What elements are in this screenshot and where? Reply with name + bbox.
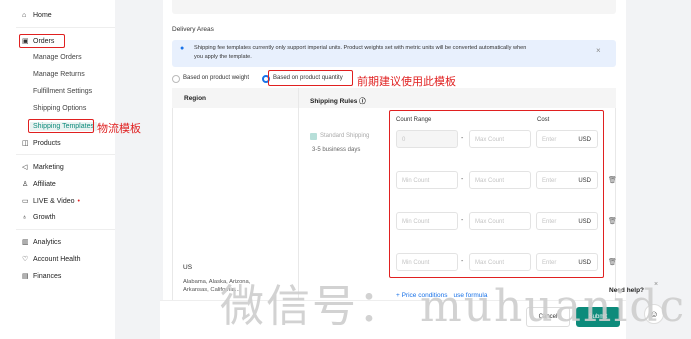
radio-weight[interactable]	[172, 75, 180, 83]
info-text-line1: Shipping fee templates currently only su…	[194, 45, 527, 51]
sidebar-item-manage-returns[interactable]: Manage Returns	[33, 71, 85, 78]
nav-growth[interactable]: ♁ Growth	[22, 214, 56, 221]
shield-icon: ♡	[22, 256, 29, 263]
nav-analytics[interactable]: ▥ Analytics	[22, 238, 61, 246]
sidebar-item-shipping-options[interactable]: Shipping Options	[33, 105, 86, 112]
trash-icon[interactable]: 🗑	[608, 217, 617, 225]
nav-marketing[interactable]: ◁ Marketing	[22, 163, 64, 171]
nav-finances[interactable]: ▤ Finances	[22, 272, 61, 280]
people-icon: ♙	[22, 181, 29, 188]
trash-icon[interactable]: 🗑	[608, 176, 617, 184]
table-header: Region Shipping Rules ⓘ	[172, 88, 616, 108]
info-text-line2: you apply the template.	[194, 54, 252, 60]
business-days: 3-5 business days	[312, 147, 361, 153]
logistics-template-annotation: 物流模板	[97, 123, 141, 135]
quantity-highlight	[268, 70, 353, 86]
new-dot-icon: •	[77, 198, 80, 205]
watermark: 微信号： muhuanidc	[220, 281, 687, 332]
nav-home[interactable]: ⌂ Home	[22, 12, 52, 19]
orders-highlight	[19, 34, 65, 48]
info-icon: ●	[180, 45, 185, 52]
wallet-icon: ▤	[22, 273, 29, 280]
standard-shipping-label: Standard Shipping	[320, 133, 370, 139]
nav-affiliate[interactable]: ♙ Affiliate	[22, 180, 56, 188]
left-gutter	[115, 0, 163, 339]
products-icon: ◫	[22, 140, 29, 147]
home-icon: ⌂	[22, 12, 27, 19]
nav-products[interactable]: ◫ Products	[22, 139, 61, 147]
col-region: Region	[184, 95, 207, 102]
close-icon[interactable]: ×	[596, 46, 601, 55]
radio-weight-label[interactable]: Based on product weight	[183, 75, 249, 81]
info-banner: ● Shipping fee templates currently only …	[172, 40, 616, 67]
count-range-highlight	[389, 110, 604, 278]
section-title: Delivery Areas	[172, 26, 214, 33]
top-card	[172, 0, 616, 14]
nav-account-health[interactable]: ♡ Account Health	[22, 255, 80, 263]
sidebar-item-manage-orders[interactable]: Manage Orders	[33, 54, 82, 61]
early-suggestion-annotation: 前期建议使用此模板	[357, 76, 456, 88]
megaphone-icon: ◁	[22, 164, 28, 171]
nav-live-video[interactable]: ▭ LIVE & Video •	[22, 197, 80, 205]
video-icon: ▭	[22, 198, 29, 205]
sidebar-item-fulfillment-settings[interactable]: Fulfillment Settings	[33, 88, 92, 95]
shipping-templates-highlight	[28, 119, 94, 133]
standard-shipping-checkbox[interactable]	[310, 133, 317, 140]
trash-icon[interactable]: 🗑	[608, 258, 617, 266]
region-name: US	[183, 264, 193, 271]
growth-icon: ♁	[22, 214, 28, 221]
col-shipping-rules: Shipping Rules ⓘ	[310, 98, 366, 105]
analytics-icon: ▥	[22, 239, 29, 246]
